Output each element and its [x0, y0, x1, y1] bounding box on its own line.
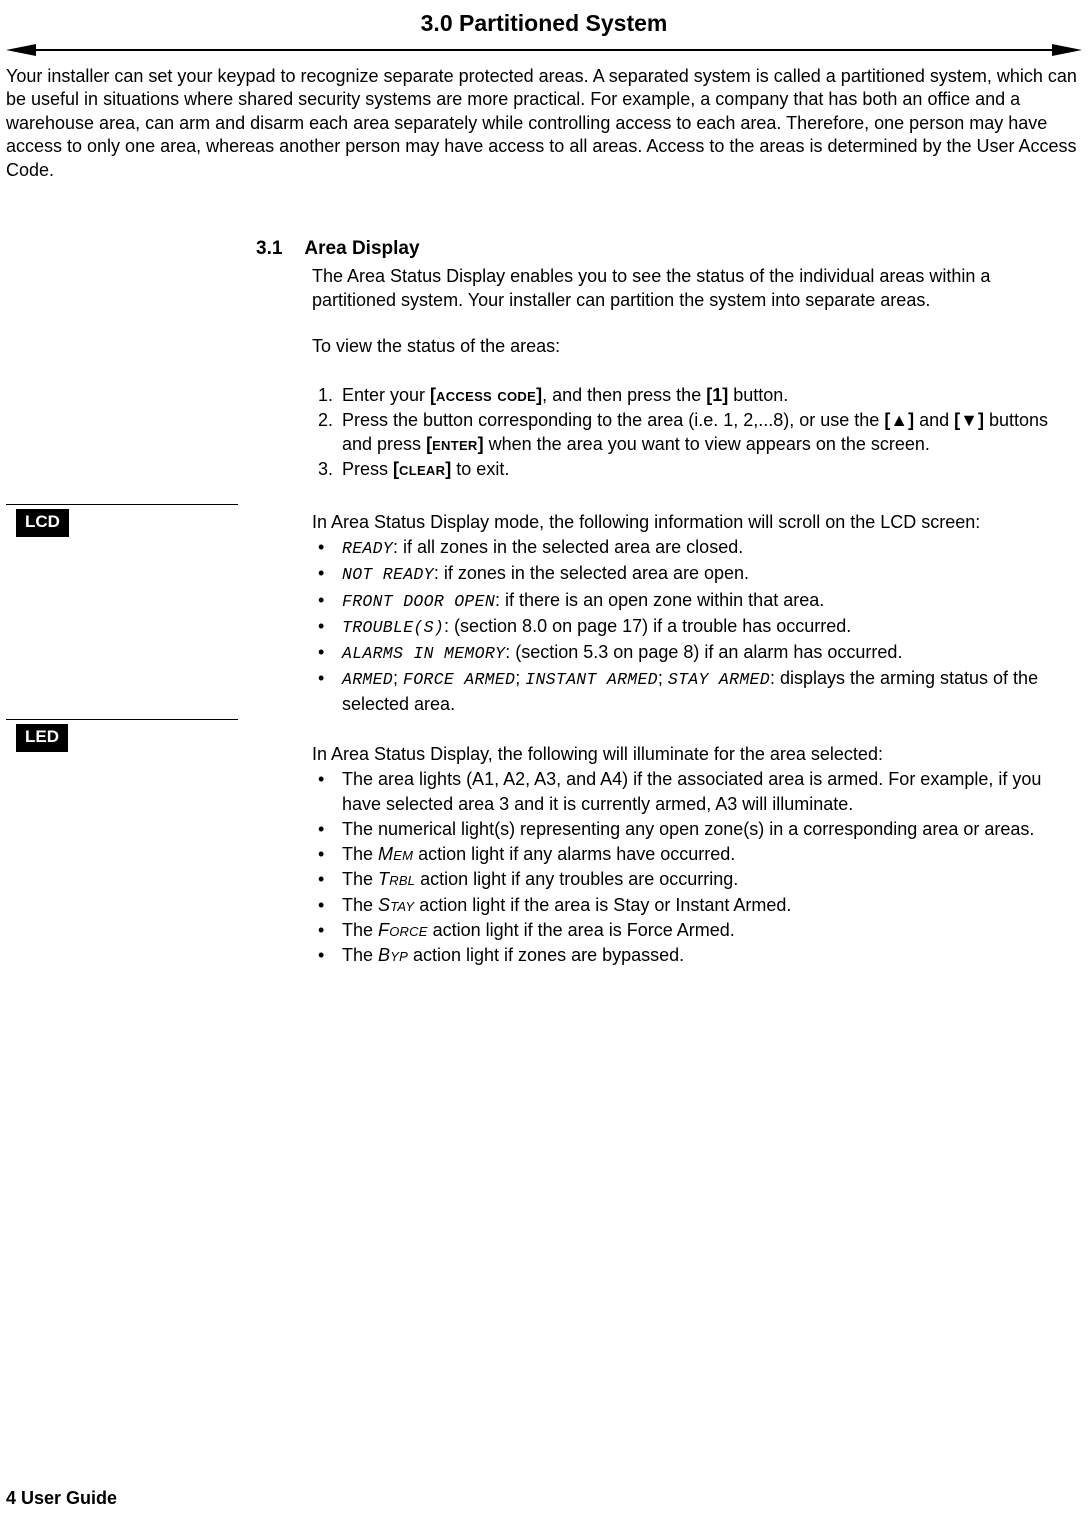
- access-code-key: [access code]: [430, 385, 542, 405]
- led-tag-block: LED: [6, 719, 256, 752]
- section-p2: To view the status of the areas:: [312, 334, 1076, 358]
- led-item: The Trbl action light if any troubles ar…: [312, 867, 1076, 891]
- page-footer: 4 User Guide: [6, 1486, 117, 1510]
- led-tag: LED: [16, 724, 68, 752]
- left-column: LCD LED: [6, 236, 256, 969]
- lcd-bullets: READY: if all zones in the selected area…: [312, 535, 1076, 716]
- header-divider: [6, 43, 1082, 57]
- lcd-tag: LCD: [16, 509, 69, 537]
- section-title: Area Display: [304, 236, 419, 262]
- step-2: Press the button corresponding to the ar…: [338, 408, 1076, 457]
- led-lead: In Area Status Display, the following wi…: [312, 742, 1076, 766]
- lcd-tag-block: LCD: [6, 504, 256, 537]
- led-item: The Mem action light if any alarms have …: [312, 842, 1076, 866]
- divider-left-arrow: [6, 44, 36, 56]
- section-p1: The Area Status Display enables you to s…: [312, 264, 1076, 313]
- lcd-lead: In Area Status Display mode, the followi…: [312, 510, 1076, 534]
- step-3: Press [clear] to exit.: [338, 457, 1076, 481]
- lcd-item: ALARMS IN MEMORY: (section 5.3 on page 8…: [312, 640, 1076, 665]
- section-heading: 3.1 Area Display: [256, 236, 1076, 262]
- page-title: 3.0 Partitioned System: [6, 8, 1082, 39]
- content-row: LCD LED 3.1 Area Display The Area Status…: [6, 236, 1082, 969]
- divider-right-arrow: [1052, 44, 1082, 56]
- lcd-item: NOT READY: if zones in the selected area…: [312, 561, 1076, 586]
- lcd-item: READY: if all zones in the selected area…: [312, 535, 1076, 560]
- led-bullets: The area lights (A1, A2, A3, and A4) if …: [312, 767, 1076, 967]
- step-1: Enter your [access code], and then press…: [338, 383, 1076, 407]
- lcd-item: TROUBLE(S): (section 8.0 on page 17) if …: [312, 614, 1076, 639]
- lcd-item: FRONT DOOR OPEN: if there is an open zon…: [312, 588, 1076, 613]
- lcd-item: ARMED; FORCE ARMED; INSTANT ARMED; STAY …: [312, 666, 1076, 716]
- right-column: 3.1 Area Display The Area Status Display…: [256, 236, 1082, 969]
- led-item: The Stay action light if the area is Sta…: [312, 893, 1076, 917]
- intro-paragraph: Your installer can set your keypad to re…: [6, 65, 1082, 182]
- steps-list: Enter your [access code], and then press…: [312, 383, 1076, 482]
- led-item: The Force action light if the area is Fo…: [312, 918, 1076, 942]
- key-1: [1]: [706, 385, 728, 405]
- down-arrow-key: [▼]: [954, 410, 984, 430]
- clear-key: [clear]: [393, 459, 451, 479]
- led-item: The Byp action light if zones are bypass…: [312, 943, 1076, 967]
- up-arrow-key: [▲]: [884, 410, 914, 430]
- led-item: The numerical light(s) representing any …: [312, 817, 1076, 841]
- led-item: The area lights (A1, A2, A3, and A4) if …: [312, 767, 1076, 816]
- enter-key: [enter]: [426, 434, 484, 454]
- section-number: 3.1: [256, 236, 282, 262]
